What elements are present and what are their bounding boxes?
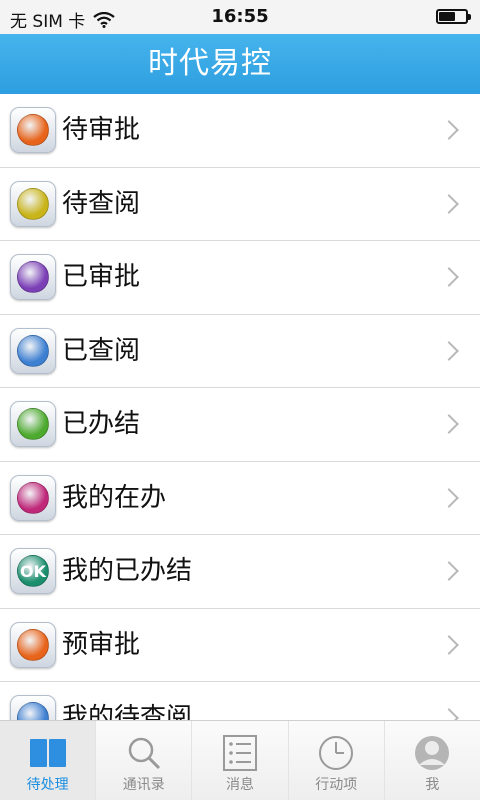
list-item[interactable]: 我的在办 [0, 462, 480, 535]
icon-emblem [17, 628, 49, 661]
chevron-right-icon [439, 267, 459, 287]
battery-icon [436, 9, 471, 24]
menu-list: 待审批待查阅已审批已查阅已办结我的在办 OK 我的已办结预审批我的待查阅 [0, 94, 480, 720]
tab-user[interactable]: 我 [383, 721, 480, 800]
list-item[interactable]: 已办结 [0, 388, 480, 462]
list-item-label: 我的待查阅 [62, 703, 193, 720]
completed-icon [10, 401, 56, 447]
chevron-right-icon [439, 561, 459, 581]
review-pending-icon [10, 180, 56, 227]
list-item[interactable]: 已查阅 [0, 315, 480, 388]
icon-emblem [17, 261, 49, 293]
approved-icon [10, 254, 56, 300]
pre-approval-icon [10, 621, 56, 668]
list-item-label: 待审批 [62, 115, 141, 145]
chevron-right-icon [439, 634, 459, 655]
my-in-progress-icon [10, 474, 56, 521]
battery-fill [439, 12, 455, 21]
icon-emblem: OK [17, 555, 49, 587]
tab-clock[interactable]: 行动项 [287, 721, 384, 800]
list-item[interactable]: 待查阅 [0, 168, 480, 241]
list-item[interactable]: 预审批 [0, 609, 480, 682]
approval-pending-icon [10, 107, 56, 153]
status-time: 16:55 [211, 6, 269, 27]
clock-icon [316, 733, 356, 775]
tab-bar: 待处理 通讯录 消息 行动项 我 [0, 720, 480, 800]
icon-emblem [17, 114, 49, 146]
chevron-right-icon [439, 120, 459, 140]
list-item-label: 我的在办 [62, 482, 167, 513]
list-item-label: 已查阅 [62, 335, 141, 366]
list-item[interactable]: 待审批 [0, 94, 480, 168]
chevron-right-icon [439, 193, 459, 214]
list-item-label: 已办结 [62, 409, 141, 439]
tab-label: 通讯录 [122, 777, 165, 793]
tab-search[interactable]: 通讯录 [95, 721, 191, 800]
list-item-label: 已审批 [62, 262, 141, 292]
chevron-right-icon [439, 487, 459, 508]
tab-label: 我 [425, 777, 440, 793]
search-icon [124, 733, 164, 775]
app-header: 时代易控 [0, 34, 480, 94]
page-title: 时代易控 [148, 46, 272, 81]
icon-emblem [17, 702, 49, 720]
list-item-label: 待查阅 [62, 188, 141, 219]
chevron-right-icon [439, 708, 459, 720]
battery-nub [468, 14, 471, 20]
list-item-label: 预审批 [62, 629, 141, 660]
chevron-right-icon [439, 340, 459, 361]
tab-label: 消息 [226, 777, 254, 793]
tab-list[interactable]: 消息 [191, 721, 287, 800]
book-icon [28, 733, 68, 775]
list-item[interactable]: 已审批 [0, 241, 480, 315]
reviewed-icon [10, 327, 56, 374]
status-bar: 无 SIM 卡 16:55 [0, 0, 480, 34]
list-item[interactable]: 我的待查阅 [0, 682, 480, 720]
icon-emblem [17, 481, 49, 514]
chevron-right-icon [439, 414, 459, 434]
icon-emblem [17, 334, 49, 367]
icon-emblem [17, 187, 49, 220]
list-item-label: 我的已办结 [62, 556, 193, 586]
tab-book[interactable]: 待处理 [0, 721, 96, 800]
user-icon [412, 733, 452, 775]
my-review-pending-icon [10, 695, 56, 720]
tab-label: 行动项 [315, 777, 358, 793]
list-item[interactable]: OK 我的已办结 [0, 535, 480, 609]
tab-label: 待处理 [26, 777, 69, 793]
icon-emblem [17, 408, 49, 440]
my-completed-icon: OK [10, 548, 56, 594]
list-icon [220, 733, 260, 775]
